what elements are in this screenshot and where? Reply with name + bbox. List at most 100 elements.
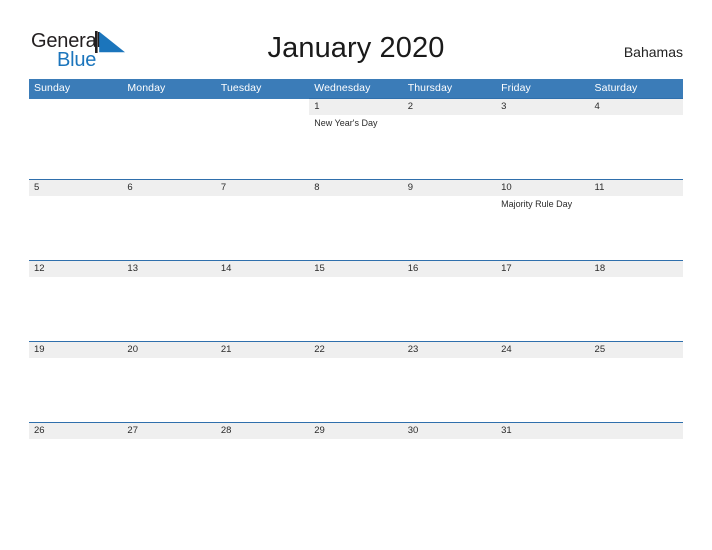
- calendar-day-cell[interactable]: 9: [402, 179, 497, 261]
- calendar-week-row: 5 6 7 8 9 10 Majority Rule Day 11: [29, 179, 683, 261]
- calendar-day-cell[interactable]: 6: [122, 179, 216, 261]
- calendar-week-row: 1 New Year's Day 2 3 4: [29, 98, 683, 180]
- day-number: 16: [402, 261, 497, 277]
- day-box: [215, 98, 310, 179]
- day-number: 23: [402, 342, 497, 358]
- day-box: 6: [122, 180, 216, 260]
- weekday-header-sunday: Sunday: [29, 79, 123, 99]
- day-number: 7: [215, 180, 310, 196]
- day-box: 31: [496, 423, 590, 503]
- day-box: 13: [122, 261, 216, 341]
- weekday-header-wednesday: Wednesday: [309, 79, 403, 99]
- day-box: 5: [29, 180, 123, 260]
- day-box: 11: [589, 180, 683, 260]
- day-number: [29, 98, 123, 115]
- day-box: 1 New Year's Day: [309, 99, 403, 179]
- day-box: 21: [215, 342, 310, 422]
- calendar-week-row: 26 27 28 29 30 31: [29, 422, 683, 503]
- calendar-day-cell[interactable]: 8: [309, 179, 403, 261]
- calendar-day-cell[interactable]: 11: [589, 179, 683, 261]
- weekday-header-thursday: Thursday: [402, 79, 497, 99]
- day-number: 8: [309, 180, 403, 196]
- day-number: 11: [589, 180, 683, 196]
- day-box: 18: [589, 261, 683, 341]
- day-number: 24: [496, 342, 590, 358]
- page-header: General Blue January 2020 Bahamas: [0, 0, 712, 76]
- day-number: 28: [215, 423, 310, 439]
- day-number: [589, 423, 683, 439]
- day-number: 13: [122, 261, 216, 277]
- day-number: 21: [215, 342, 310, 358]
- day-number: 2: [402, 99, 497, 115]
- day-box: 22: [309, 342, 403, 422]
- calendar-day-cell[interactable]: 20: [122, 341, 216, 423]
- calendar-day-cell[interactable]: 17: [496, 260, 590, 342]
- day-box: 12: [29, 261, 123, 341]
- calendar-day-cell[interactable]: 7: [215, 179, 310, 261]
- day-box: [589, 423, 683, 503]
- calendar-day-cell[interactable]: 23: [402, 341, 497, 423]
- day-box: 3: [496, 99, 590, 179]
- day-number: 6: [122, 180, 216, 196]
- weekday-header-monday: Monday: [122, 79, 216, 99]
- calendar-day-cell[interactable]: 28: [215, 422, 310, 503]
- day-number: 15: [309, 261, 403, 277]
- calendar-day-cell[interactable]: 25: [589, 341, 683, 423]
- calendar-day-cell[interactable]: [589, 422, 683, 503]
- calendar-day-cell[interactable]: 31: [496, 422, 590, 503]
- day-number: 30: [402, 423, 497, 439]
- day-box: 19: [29, 342, 123, 422]
- day-number: 1: [309, 99, 403, 115]
- day-number: 26: [29, 423, 123, 439]
- day-number: 4: [589, 99, 683, 115]
- day-box: [29, 98, 123, 179]
- day-box: 20: [122, 342, 216, 422]
- day-number: 25: [589, 342, 683, 358]
- calendar-day-cell[interactable]: 24: [496, 341, 590, 423]
- day-box: 7: [215, 180, 310, 260]
- day-number: 18: [589, 261, 683, 277]
- calendar-day-cell[interactable]: 27: [122, 422, 216, 503]
- calendar-day-cell[interactable]: 26: [29, 422, 123, 503]
- calendar-day-cell[interactable]: 14: [215, 260, 310, 342]
- calendar-day-cell[interactable]: 15: [309, 260, 403, 342]
- day-box: 15: [309, 261, 403, 341]
- calendar-day-cell[interactable]: 21: [215, 341, 310, 423]
- calendar-day-cell[interactable]: 4: [589, 98, 683, 180]
- day-box: 27: [122, 423, 216, 503]
- calendar-empty-cell: [215, 98, 310, 180]
- day-box: 14: [215, 261, 310, 341]
- calendar-page: General Blue January 2020 Bahamas Sunday…: [0, 0, 712, 550]
- calendar-day-cell[interactable]: 13: [122, 260, 216, 342]
- calendar-body: 1 New Year's Day 2 3 4 5 6 7 8 9 10 Majority Rule D…: [29, 98, 683, 503]
- day-number: [215, 98, 310, 115]
- calendar-day-cell[interactable]: 2: [402, 98, 497, 180]
- calendar-day-cell[interactable]: 30: [402, 422, 497, 503]
- calendar-day-cell[interactable]: 22: [309, 341, 403, 423]
- day-box: 23: [402, 342, 497, 422]
- calendar-day-cell[interactable]: 1 New Year's Day: [309, 98, 403, 180]
- day-number: 22: [309, 342, 403, 358]
- calendar-day-cell[interactable]: 12: [29, 260, 123, 342]
- calendar-day-cell[interactable]: 19: [29, 341, 123, 423]
- holiday-event-label: New Year's Day: [314, 118, 378, 128]
- calendar-day-cell[interactable]: 29: [309, 422, 403, 503]
- day-box: 10 Majority Rule Day: [496, 180, 590, 260]
- day-number: 12: [29, 261, 123, 277]
- calendar-header-row: Sunday Monday Tuesday Wednesday Thursday Frid…: [29, 79, 683, 99]
- day-box: 26: [29, 423, 123, 503]
- calendar-day-cell[interactable]: 16: [402, 260, 497, 342]
- day-number: 5: [29, 180, 123, 196]
- calendar-day-cell[interactable]: 18: [589, 260, 683, 342]
- day-box: 28: [215, 423, 310, 503]
- weekday-header-saturday: Saturday: [589, 79, 683, 99]
- page-title: January 2020: [267, 32, 445, 64]
- calendar-table: Sunday Monday Tuesday Wednesday Thursday Frid…: [29, 79, 683, 503]
- calendar-day-cell[interactable]: 3: [496, 98, 590, 180]
- day-number: 17: [496, 261, 590, 277]
- calendar-day-cell[interactable]: 5: [29, 179, 123, 261]
- calendar-week-row: 12 13 14 15 16 17 18: [29, 260, 683, 342]
- day-number: 10: [496, 180, 590, 196]
- calendar-day-cell[interactable]: 10 Majority Rule Day: [496, 179, 590, 261]
- day-box: 8: [309, 180, 403, 260]
